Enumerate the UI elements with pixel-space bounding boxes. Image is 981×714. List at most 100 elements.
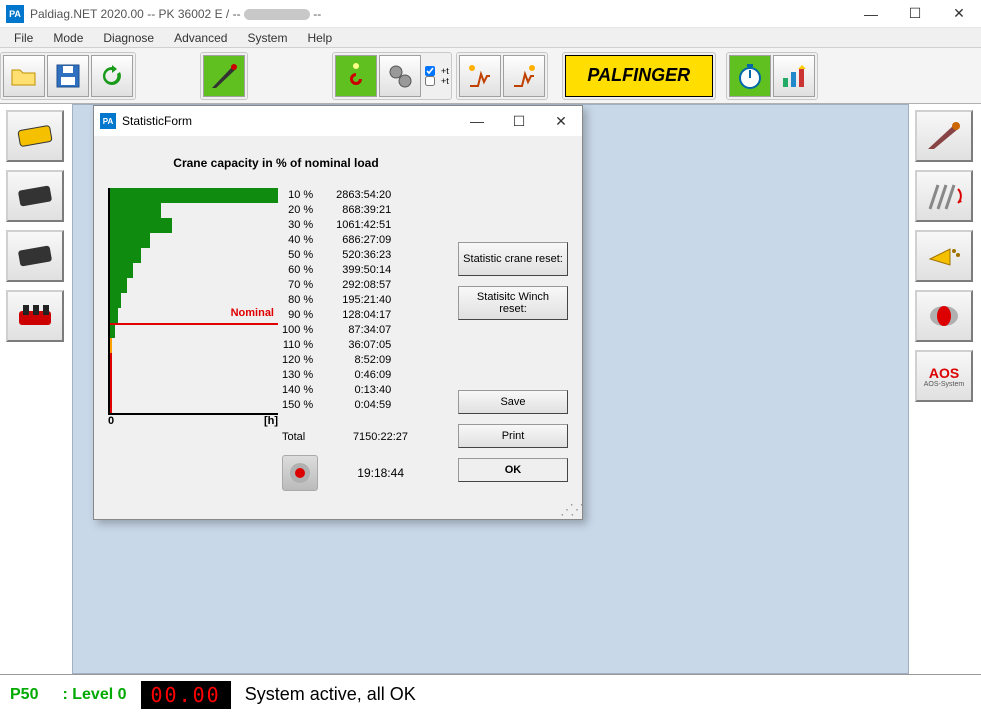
modal-close-button[interactable]: ✕ <box>540 106 582 136</box>
modal-maximize-button[interactable]: ☐ <box>498 106 540 136</box>
plus-t-label: +t <box>437 66 449 76</box>
right-sidebar: AOS AOS-System <box>909 104 981 674</box>
chart-percent-label: 70 % <box>282 278 313 293</box>
modal-minimize-button[interactable]: ― <box>456 106 498 136</box>
chart-percent-label: 150 % <box>282 398 313 413</box>
aos-label: AOS <box>929 365 959 381</box>
chart-percent-label: 130 % <box>282 368 313 383</box>
menu-help[interactable]: Help <box>297 29 342 47</box>
status-p-code: P50 <box>10 686 38 704</box>
chart-bar <box>110 398 112 413</box>
nominal-label: Nominal <box>231 307 274 319</box>
chart-bar <box>110 323 115 338</box>
menu-advanced[interactable]: Advanced <box>164 29 237 47</box>
chart-percent-label: 140 % <box>282 383 313 398</box>
menu-file[interactable]: File <box>4 29 43 47</box>
crane-arm-button[interactable] <box>203 55 245 97</box>
ok-button[interactable]: OK <box>458 458 568 482</box>
module-dark-b-button[interactable] <box>6 230 64 282</box>
axis-h-label: [h] <box>264 415 278 427</box>
chart-value-label: 686:27:09 <box>321 233 391 248</box>
window-minimize-button[interactable]: ― <box>849 0 893 28</box>
save-stats-button[interactable]: Save <box>458 390 568 414</box>
chart-percent-label: 20 % <box>282 203 313 218</box>
gears-button[interactable] <box>379 55 421 97</box>
window-close-button[interactable]: ✕ <box>937 0 981 28</box>
content-pane: PA StatisticForm ― ☐ ✕ Crane capacity in… <box>72 104 909 674</box>
chart-value-label: 0:46:09 <box>321 368 391 383</box>
status-counter: 00.00 <box>141 681 231 709</box>
chart-percent-label: 10 % <box>282 188 313 203</box>
chart-value-label: 128:04:17 <box>321 308 391 323</box>
plus-t-checkbox[interactable] <box>425 76 435 86</box>
chart-value-column: 2863:54:20868:39:211061:42:51686:27:0952… <box>321 188 391 415</box>
chart-percent-label: 80 % <box>282 293 313 308</box>
window-maximize-button[interactable]: ☐ <box>893 0 937 28</box>
chart-value-label: 2863:54:20 <box>321 188 391 203</box>
chart-bars: Nominal <box>108 188 278 415</box>
left-sidebar <box>0 104 72 674</box>
total-label: Total <box>282 431 330 443</box>
menu-bar: File Mode Diagnose Advanced System Help <box>0 28 981 48</box>
hook-button[interactable] <box>335 55 377 97</box>
menu-system[interactable]: System <box>237 29 297 47</box>
modal-button-column: Statistic crane reset: Statisitc Winch r… <box>458 150 568 491</box>
chart-percent-label: 60 % <box>282 263 313 278</box>
chart-title: Crane capacity in % of nominal load <box>108 156 444 170</box>
time-toggle-group: +t +t <box>425 66 449 86</box>
chart-percent-label: 120 % <box>282 353 313 368</box>
chart-value-label: 195:21:40 <box>321 293 391 308</box>
chart-value-label: 36:07:05 <box>321 338 391 353</box>
chart-value-label: 87:34:07 <box>321 323 391 338</box>
statistic-form-modal: PA StatisticForm ― ☐ ✕ Crane capacity in… <box>93 105 583 520</box>
menu-mode[interactable]: Mode <box>43 29 93 47</box>
chart-percent-label: 30 % <box>282 218 313 233</box>
module-dark-a-button[interactable] <box>6 170 64 222</box>
chart-bar <box>110 278 127 293</box>
remote-control-button[interactable] <box>6 290 64 342</box>
axis-zero-label: 0 <box>108 415 114 427</box>
window-title-bar: PA Paldiag.NET 2020.00 -- PK 36002 E / -… <box>0 0 981 28</box>
chart-bar <box>110 293 121 308</box>
chart-percent-label: 50 % <box>282 248 313 263</box>
chart-percent-column: 10 %20 %30 %40 %50 %60 %70 %80 %90 %100 … <box>282 188 313 415</box>
chart-bar <box>110 218 172 233</box>
chart-percent-label: 90 % <box>282 308 313 323</box>
levers-button[interactable] <box>915 170 973 222</box>
winch-drum-button[interactable] <box>915 290 973 342</box>
chart-value-label: 868:39:21 <box>321 203 391 218</box>
horn-button[interactable] <box>915 230 973 282</box>
bar-chart-button[interactable] <box>773 55 815 97</box>
module-yellow-button[interactable] <box>6 110 64 162</box>
reset-crane-button[interactable]: Statistic crane reset: <box>458 242 568 276</box>
winch-icon <box>282 455 318 491</box>
resize-grip[interactable]: ⋰⋰ <box>94 505 582 519</box>
app-icon: PA <box>6 5 24 23</box>
chart-value-label: 0:13:40 <box>321 383 391 398</box>
open-folder-button[interactable] <box>3 55 45 97</box>
brand-logo: PALFINGER <box>565 55 713 97</box>
reset-winch-button[interactable]: Statisitc Winch reset: <box>458 286 568 320</box>
plus-t-checked-checkbox[interactable] <box>425 66 435 76</box>
save-button[interactable] <box>47 55 89 97</box>
chart-value-label: 0:04:59 <box>321 398 391 413</box>
chart-bar <box>110 188 278 203</box>
chart-value-label: 399:50:14 <box>321 263 391 278</box>
status-level: : Level 0 <box>62 686 126 704</box>
stopwatch-button[interactable] <box>729 55 771 97</box>
redacted-field <box>244 9 310 20</box>
aos-system-button[interactable]: AOS AOS-System <box>915 350 973 402</box>
diagram-b-button[interactable] <box>503 55 545 97</box>
print-button[interactable]: Print <box>458 424 568 448</box>
refresh-button[interactable] <box>91 55 133 97</box>
chart-bar <box>110 368 112 383</box>
modal-title: StatisticForm <box>122 114 192 128</box>
chart-bar <box>110 233 150 248</box>
diagram-a-button[interactable] <box>459 55 501 97</box>
chart-bar <box>110 248 141 263</box>
chart-value-label: 292:08:57 <box>321 278 391 293</box>
chart-bar <box>110 353 112 368</box>
crane-tool-button[interactable] <box>915 110 973 162</box>
chart-percent-label: 110 % <box>282 338 313 353</box>
menu-diagnose[interactable]: Diagnose <box>93 29 164 47</box>
